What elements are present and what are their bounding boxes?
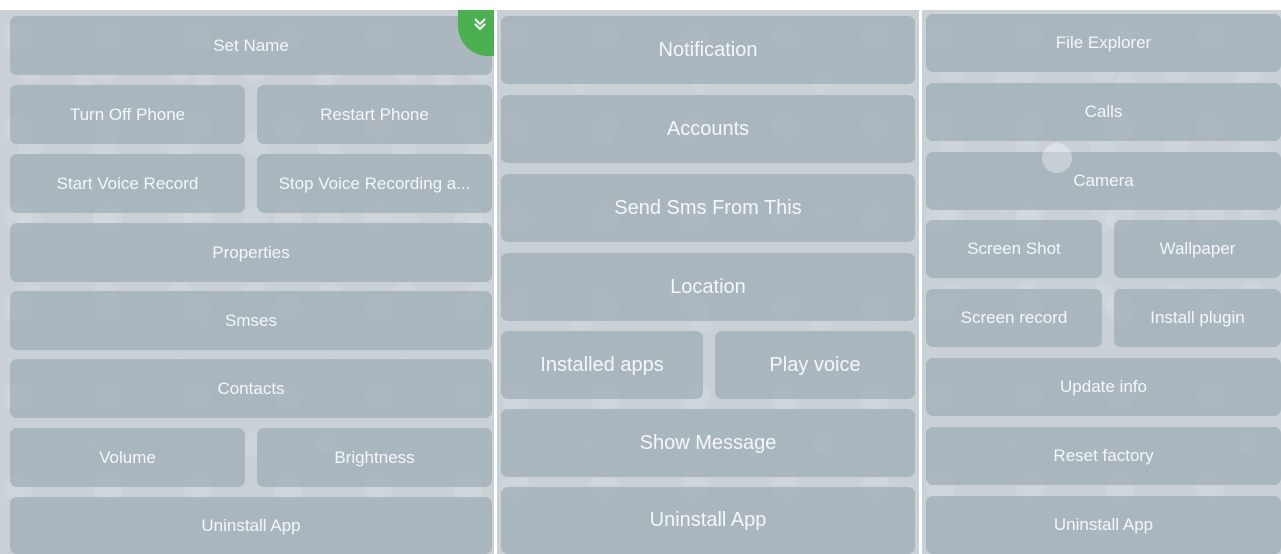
screen-record-button[interactable]: Screen record [926, 289, 1102, 347]
play-voice-button[interactable]: Play voice [715, 331, 915, 399]
set-name-button[interactable]: Set Name [10, 16, 492, 75]
location-button[interactable]: Location [501, 253, 915, 321]
screen-shot-button[interactable]: Screen Shot [926, 220, 1102, 278]
right-panel: File Explorer Calls Camera Screen Shot W… [922, 10, 1281, 554]
file-explorer-button[interactable]: File Explorer [926, 14, 1281, 72]
properties-button[interactable]: Properties [10, 223, 492, 282]
wallpaper-button[interactable]: Wallpaper [1114, 220, 1281, 278]
middle-panel: Notification Accounts Send Sms From This… [497, 10, 919, 554]
update-info-button[interactable]: Update info [926, 358, 1281, 416]
start-voice-record-button[interactable]: Start Voice Record [10, 154, 245, 213]
chevron-double-down-icon [474, 18, 486, 31]
camera-button[interactable]: Camera [926, 152, 1281, 210]
show-message-button[interactable]: Show Message [501, 409, 915, 477]
stop-voice-recording-button[interactable]: Stop Voice Recording a... [257, 154, 492, 213]
reset-factory-button[interactable]: Reset factory [926, 427, 1281, 485]
send-sms-button[interactable]: Send Sms From This [501, 174, 915, 242]
smses-button[interactable]: Smses [10, 291, 492, 350]
installed-apps-button[interactable]: Installed apps [501, 331, 703, 399]
touch-indicator [1042, 143, 1072, 173]
uninstall-app-button[interactable]: Uninstall App [926, 496, 1281, 554]
install-plugin-button[interactable]: Install plugin [1114, 289, 1281, 347]
volume-button[interactable]: Volume [10, 428, 245, 487]
restart-phone-button[interactable]: Restart Phone [257, 85, 492, 144]
calls-button[interactable]: Calls [926, 83, 1281, 141]
turn-off-phone-button[interactable]: Turn Off Phone [10, 85, 245, 144]
left-panel: Set Name Turn Off Phone Restart Phone St… [0, 10, 494, 554]
contacts-button[interactable]: Contacts [10, 359, 492, 418]
accounts-button[interactable]: Accounts [501, 95, 915, 163]
uninstall-app-button[interactable]: Uninstall App [10, 497, 492, 554]
uninstall-app-button[interactable]: Uninstall App [501, 487, 915, 554]
brightness-button[interactable]: Brightness [257, 428, 492, 487]
notification-button[interactable]: Notification [501, 16, 915, 84]
